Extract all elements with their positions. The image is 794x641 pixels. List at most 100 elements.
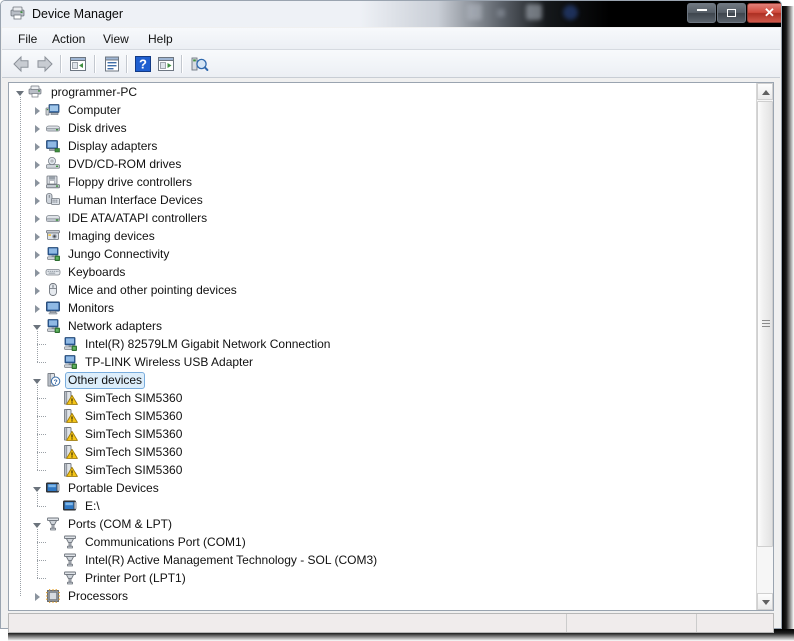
collapse-triangle-icon[interactable] [32, 519, 43, 530]
tree-item[interactable]: Computer [9, 101, 757, 119]
title-bar[interactable]: Device Manager ✕ [1, 1, 781, 27]
close-button[interactable]: ✕ [747, 3, 781, 23]
scroll-thumb-grip [762, 320, 770, 328]
ide-controller-icon [45, 210, 61, 226]
vertical-scrollbar[interactable] [756, 83, 773, 610]
expand-triangle-icon[interactable] [32, 105, 43, 116]
scroll-up-arrow[interactable] [757, 83, 773, 100]
portable-device-icon [62, 498, 78, 514]
collapse-triangle-icon[interactable] [32, 321, 43, 332]
expand-triangle-icon[interactable] [32, 141, 43, 152]
menu-file[interactable]: File [10, 30, 45, 48]
collapse-triangle-icon[interactable] [32, 375, 43, 386]
scan-for-hardware-changes-button[interactable] [188, 53, 210, 75]
menu-action[interactable]: Action [44, 30, 93, 48]
minimize-icon [688, 4, 715, 22]
window-shadow-right [782, 6, 794, 635]
window-title: Device Manager [32, 7, 124, 21]
expand-triangle-icon[interactable] [32, 249, 43, 260]
tree-item[interactable]: Intel(R) Active Management Technology - … [9, 551, 757, 569]
tree-item[interactable]: Human Interface Devices [9, 191, 757, 209]
tree-item-label: Ports (COM & LPT) [68, 517, 173, 531]
tree-item[interactable]: SimTech SIM5360 [9, 461, 757, 479]
scroll-down-arrow[interactable] [757, 593, 773, 610]
menu-bar: File Action View Help [2, 28, 780, 50]
back-arrow-icon [13, 55, 29, 73]
tree-guide-branch [37, 416, 46, 417]
tree-item-label: Monitors [68, 301, 115, 315]
tree-item-label: Computer [68, 103, 121, 117]
tree-item[interactable]: Monitors [9, 299, 757, 317]
tree-guide-depth2 [37, 529, 38, 578]
tree-item[interactable]: SimTech SIM5360 [9, 425, 757, 443]
port-icon [62, 534, 78, 550]
expand-triangle-icon[interactable] [32, 303, 43, 314]
tree-item[interactable]: SimTech SIM5360 [9, 407, 757, 425]
tree-item-label: Communications Port (COM1) [85, 535, 246, 549]
show-hide-console-tree-button[interactable] [67, 53, 89, 75]
tree-item-selected[interactable]: ? Other devices [9, 371, 757, 389]
ghost-icon-1 [467, 4, 482, 20]
back-button[interactable] [10, 53, 32, 75]
scroll-thumb[interactable] [757, 101, 773, 547]
collapse-triangle-icon[interactable] [32, 483, 43, 494]
tree-item[interactable]: SimTech SIM5360 [9, 389, 757, 407]
help-question-icon: ? [135, 56, 151, 72]
expand-triangle-icon[interactable] [32, 195, 43, 206]
disk-drive-icon [45, 120, 61, 136]
tree-item-label: Keyboards [68, 265, 126, 279]
tree-item[interactable]: Network adapters [9, 317, 757, 335]
tree-item[interactable]: DVD/CD-ROM drives [9, 155, 757, 173]
device-manager-icon [9, 5, 27, 23]
help-button[interactable]: ? [132, 53, 154, 75]
expand-triangle-icon[interactable] [32, 591, 43, 602]
tree-item[interactable]: IDE ATA/ATAPI controllers [9, 209, 757, 227]
tree-item[interactable]: E:\ [9, 497, 757, 515]
menu-view[interactable]: View [95, 30, 137, 48]
tree-item[interactable]: TP-LINK Wireless USB Adapter [9, 353, 757, 371]
forward-button[interactable] [34, 53, 56, 75]
menu-help[interactable]: Help [140, 30, 181, 48]
tree-item[interactable]: Jungo Connectivity [9, 245, 757, 263]
tree-item-label: Mice and other pointing devices [68, 283, 237, 297]
tree-item[interactable]: Communications Port (COM1) [9, 533, 757, 551]
toolbar: ? [2, 50, 780, 78]
tree-guide-depth2 [37, 493, 38, 506]
expand-triangle-icon[interactable] [32, 213, 43, 224]
update-driver-icon [158, 57, 174, 71]
tree-item[interactable]: Imaging devices [9, 227, 757, 245]
expand-triangle-icon[interactable] [32, 159, 43, 170]
maximize-button[interactable] [717, 3, 746, 23]
update-driver-button[interactable] [155, 53, 177, 75]
properties-button[interactable] [101, 53, 123, 75]
expand-triangle-icon[interactable] [32, 123, 43, 134]
expand-triangle-icon[interactable] [32, 285, 43, 296]
tree-item[interactable]: Floppy drive controllers [9, 173, 757, 191]
tree-guide-branch [37, 434, 46, 435]
tree-item[interactable]: Display adapters [9, 137, 757, 155]
expand-triangle-icon[interactable] [32, 267, 43, 278]
tree-item-label: SimTech SIM5360 [85, 463, 183, 477]
expand-triangle-icon[interactable] [32, 177, 43, 188]
tree-item[interactable]: Intel(R) 82579LM Gigabit Network Connect… [9, 335, 757, 353]
svg-text:?: ? [139, 57, 147, 72]
port-icon [62, 570, 78, 586]
unknown-device-warning-icon [62, 426, 78, 442]
unknown-device-warning-icon [62, 444, 78, 460]
expand-triangle-icon[interactable] [32, 231, 43, 242]
tree-item[interactable]: Ports (COM & LPT) [9, 515, 757, 533]
tree-item[interactable]: Processors [9, 587, 757, 605]
tree-item[interactable]: Disk drives [9, 119, 757, 137]
tree-item[interactable]: programmer-PC [9, 83, 757, 101]
minimize-button[interactable] [687, 3, 716, 23]
scan-hardware-icon [191, 57, 209, 71]
collapse-triangle-icon[interactable] [15, 87, 26, 98]
tree-item[interactable]: Mice and other pointing devices [9, 281, 757, 299]
tree-item[interactable]: SimTech SIM5360 [9, 443, 757, 461]
device-tree[interactable]: programmer-PC Computer Disk drives Displ… [9, 83, 757, 610]
tree-item-label: Floppy drive controllers [68, 175, 193, 189]
tree-item[interactable]: Portable Devices [9, 479, 757, 497]
tree-item[interactable]: Keyboards [9, 263, 757, 281]
toolbar-separator-3 [126, 55, 128, 73]
tree-item[interactable]: Printer Port (LPT1) [9, 569, 757, 587]
